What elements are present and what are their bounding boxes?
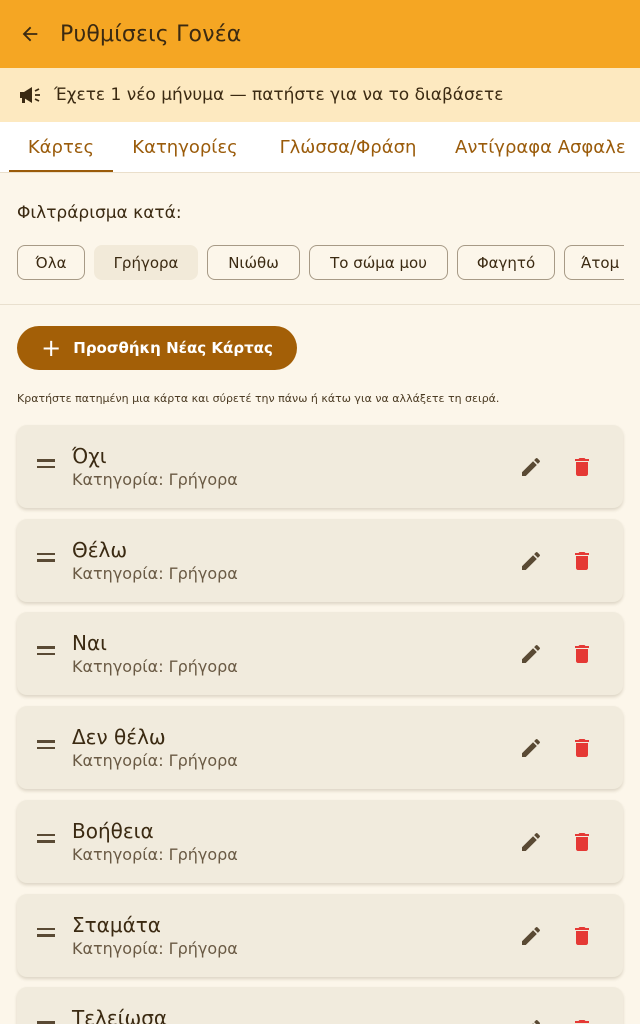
back-button[interactable]	[0, 0, 60, 68]
page-title: Ρυθμίσεις Γονέα	[60, 21, 242, 47]
delete-button[interactable]	[568, 547, 596, 575]
card-item[interactable]: Σταμάτα Κατηγορία: Γρήγορα	[17, 893, 623, 977]
card-item[interactable]: Τελείωσα Κατηγορία: Γρήγορα	[17, 987, 623, 1024]
card-title: Τελείωσα	[72, 1006, 168, 1024]
trash-icon	[575, 645, 589, 664]
pencil-icon	[522, 457, 541, 476]
trash-icon	[575, 926, 589, 945]
pencil-icon	[532, 1020, 541, 1024]
pencil-icon	[522, 926, 541, 945]
card-title: Δεν θέλω	[72, 725, 166, 750]
chip-my-body[interactable]: Το σώμα μου	[309, 245, 448, 280]
chip-people[interactable]: Άτομ	[564, 245, 624, 280]
card-category: Κατηγορία: Γρήγορα	[72, 844, 238, 864]
card-title: Θέλω	[72, 537, 128, 562]
card-title: Ναι	[72, 631, 107, 656]
card-category: Κατηγορία: Γρήγορα	[72, 470, 238, 489]
pencil-icon	[522, 551, 541, 570]
chip-all[interactable]: Όλα	[17, 245, 85, 280]
delete-button[interactable]	[568, 828, 596, 856]
plus-icon: +	[41, 334, 62, 362]
message-banner[interactable]: Έχετε 1 νέο μήνυμα — πατήστε για να το δ…	[0, 68, 640, 122]
add-card-label: Προσθήκη Νέας Κάρτας	[73, 339, 273, 357]
card-category: Κατηγορία: Γρήγορα	[72, 563, 238, 583]
tab-cards[interactable]: Κάρτες	[9, 122, 113, 172]
card-item[interactable]: Δεν θέλω Κατηγορία: Γρήγορα	[17, 706, 623, 790]
edit-button[interactable]	[517, 734, 545, 762]
pencil-icon	[522, 739, 541, 758]
chip-food[interactable]: Φαγητό	[457, 245, 555, 280]
filter-label: Φιλτράρισμα κατά:	[17, 203, 182, 223]
drag-handle-icon[interactable]	[37, 740, 55, 754]
trash-icon	[575, 458, 589, 476]
add-card-button[interactable]: + Προσθήκη Νέας Κάρτας	[17, 326, 297, 370]
app-bar: Ρυθμίσεις Γονέα	[0, 0, 640, 68]
delete-button[interactable]	[568, 453, 596, 481]
reorder-hint: Κρατήστε πατημένη μια κάρτα και σύρετέ τ…	[17, 392, 500, 405]
drag-handle-icon[interactable]	[37, 646, 55, 660]
card-category: Κατηγορία: Γρήγορα	[72, 751, 238, 771]
delete-button[interactable]	[568, 922, 596, 950]
edit-button[interactable]	[517, 640, 545, 668]
drag-handle-icon[interactable]	[37, 459, 55, 473]
drag-handle-icon[interactable]	[37, 552, 55, 567]
arrow-back-icon	[22, 26, 38, 42]
card-item[interactable]: Βοήθεια Κατηγορία: Γρήγορα	[17, 799, 623, 883]
card-title: Βοήθεια	[72, 818, 154, 843]
chip-quick[interactable]: Γρήγορα	[94, 245, 198, 280]
delete-button[interactable]	[568, 1015, 596, 1024]
tab-bar: Κάρτες Κατηγορίες Γλώσσα/Φράση Αντίγραφα…	[0, 122, 640, 173]
delete-button[interactable]	[568, 734, 596, 762]
card-title: Όχι	[72, 444, 107, 468]
card-item[interactable]: Ναι Κατηγορία: Γρήγορα	[17, 612, 623, 696]
trash-icon	[575, 551, 589, 570]
edit-button[interactable]	[517, 547, 545, 575]
trash-icon	[575, 832, 589, 851]
tab-backups[interactable]: Αντίγραφα Ασφαλε	[446, 122, 640, 172]
tab-categories[interactable]: Κατηγορίες	[120, 122, 250, 172]
drag-handle-icon[interactable]	[37, 927, 55, 942]
trash-icon	[575, 1020, 589, 1024]
pencil-icon	[522, 645, 541, 664]
edit-button[interactable]	[517, 1015, 545, 1024]
card-category: Κατηγορία: Γρήγορα	[72, 657, 238, 677]
megaphone-icon	[18, 84, 44, 106]
delete-button[interactable]	[568, 640, 596, 668]
card-title: Σταμάτα	[72, 912, 161, 937]
divider	[0, 304, 640, 305]
drag-handle-icon[interactable]	[37, 833, 55, 848]
trash-icon	[575, 739, 589, 758]
card-item[interactable]: Όχι Κατηγορία: Γρήγορα	[17, 425, 623, 508]
edit-button[interactable]	[517, 922, 545, 950]
banner-text: Έχετε 1 νέο μήνυμα — πατήστε για να το δ…	[54, 85, 504, 105]
edit-button[interactable]	[517, 453, 545, 481]
filter-chips: Όλα Γρήγορα Νιώθω Το σώμα μου Φαγητό Άτο…	[0, 245, 624, 281]
edit-button[interactable]	[517, 828, 545, 856]
card-item[interactable]: Θέλω Κατηγορία: Γρήγορα	[17, 518, 623, 602]
pencil-icon	[522, 832, 541, 851]
tab-language-phrase[interactable]: Γλώσσα/Φράση	[265, 122, 431, 172]
card-category: Κατηγορία: Γρήγορα	[72, 938, 238, 958]
chip-feel[interactable]: Νιώθω	[207, 245, 300, 280]
